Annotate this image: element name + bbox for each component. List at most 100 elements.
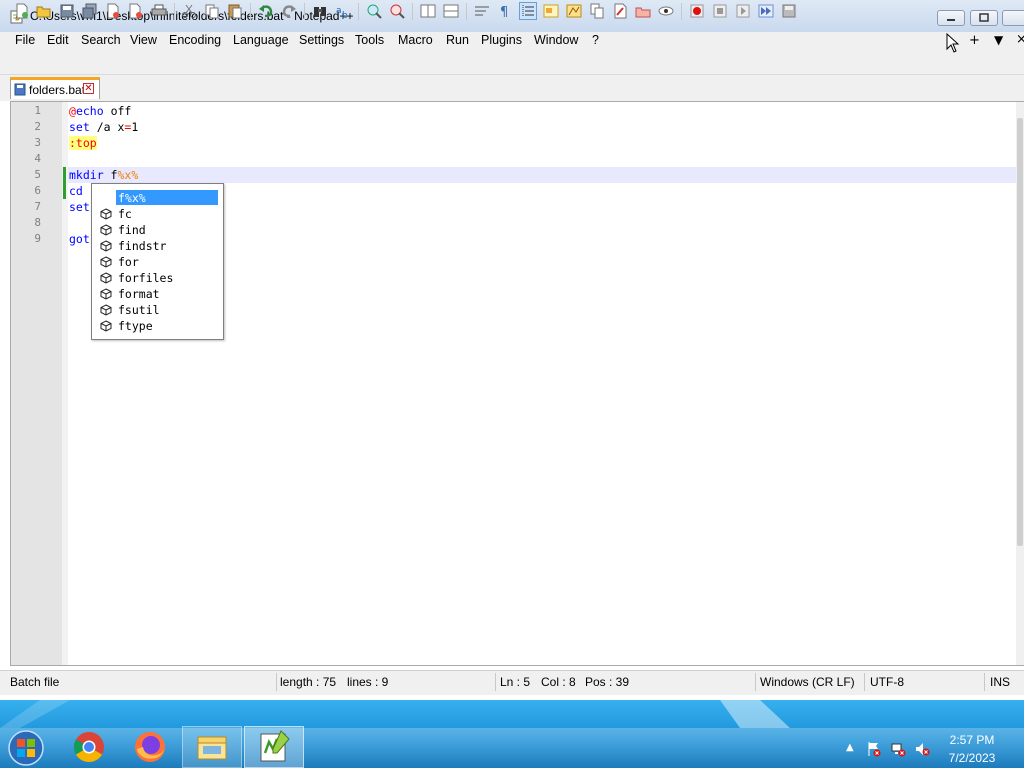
menu-file[interactable]: File [15, 33, 35, 47]
save-icon[interactable] [59, 3, 75, 19]
monitoring-icon[interactable] [635, 3, 651, 19]
code-line[interactable]: set /a x=1 [69, 120, 138, 134]
code-token: cd [69, 184, 83, 198]
firefox-icon[interactable] [121, 727, 179, 767]
volume-muted-icon[interactable] [914, 741, 930, 757]
zoom-in-icon[interactable] [366, 3, 382, 19]
toolbar-separator [412, 3, 413, 20]
autocomplete-item[interactable]: f%x% [118, 191, 146, 205]
new-file-icon[interactable] [14, 3, 30, 19]
keyword-cube-icon [100, 208, 112, 220]
file-explorer-icon[interactable] [182, 726, 242, 768]
user-defined-language-icon[interactable] [543, 3, 559, 19]
tab-label: folders.bat [29, 83, 86, 97]
autocomplete-item[interactable]: for [118, 255, 139, 269]
word-wrap-icon[interactable] [474, 3, 490, 19]
tab-bar [0, 75, 1024, 101]
clock-time[interactable]: 2:57 PM [937, 733, 1007, 747]
indent-guide-icon[interactable] [519, 2, 537, 20]
close-document-icon[interactable]: × [1016, 32, 1024, 47]
menu-encoding[interactable]: Encoding [169, 33, 221, 47]
menu-settings[interactable]: Settings [299, 33, 344, 47]
toolbar-separator [250, 3, 251, 20]
taskbar-wallpaper-streak [0, 700, 790, 728]
autocomplete-item[interactable]: fc [118, 207, 132, 221]
action-center-flag-icon[interactable] [866, 741, 882, 757]
save-all-icon[interactable] [82, 3, 98, 19]
autocomplete-item[interactable]: forfiles [118, 271, 173, 285]
code-line[interactable]: set [69, 200, 90, 214]
document-map-icon[interactable] [566, 3, 582, 19]
line-number: 8 [34, 216, 41, 229]
menu-language[interactable]: Language [233, 33, 289, 47]
replace-icon[interactable]: ab [335, 3, 351, 19]
current-line-highlight [68, 167, 1016, 183]
menu-view[interactable]: View [130, 33, 157, 47]
menu-macro[interactable]: Macro [398, 33, 433, 47]
autocomplete-item[interactable]: ftype [118, 319, 153, 333]
network-icon[interactable] [890, 741, 906, 757]
paste-icon[interactable] [227, 3, 243, 19]
start-button-icon[interactable] [5, 728, 47, 768]
menu-search[interactable]: Search [81, 33, 121, 47]
maximize-button[interactable] [970, 10, 998, 26]
code-token: set [69, 120, 90, 134]
chrome-icon[interactable] [60, 727, 118, 767]
sync-vertical-icon[interactable] [420, 3, 436, 19]
find-icon[interactable] [312, 3, 328, 19]
copy-icon[interactable] [204, 3, 220, 19]
close-all-icon[interactable] [128, 3, 144, 19]
menu-plugins[interactable]: Plugins [481, 33, 522, 47]
scrollbar-thumb[interactable] [1017, 118, 1023, 546]
toolbar [0, 50, 1024, 75]
show-all-chars-icon[interactable]: ¶ [497, 3, 513, 19]
notepadpp-icon[interactable] [244, 726, 304, 768]
close-icon[interactable] [105, 3, 121, 19]
zoom-out-icon[interactable] [389, 3, 405, 19]
autocomplete-item[interactable]: format [118, 287, 160, 301]
eye-icon[interactable] [658, 3, 674, 19]
toolbar-separator [304, 3, 305, 20]
run-macro-multiple-icon[interactable] [758, 3, 774, 19]
function-list-icon[interactable] [589, 3, 605, 19]
show-hidden-icons-icon[interactable]: ▲ [846, 742, 854, 753]
code-token: @ [69, 104, 76, 118]
menu-window[interactable]: Window [534, 33, 578, 47]
code-token: /a x [89, 120, 125, 134]
open-file-icon[interactable] [36, 3, 52, 19]
code-line[interactable]: got [69, 232, 90, 246]
svg-text:a: a [336, 6, 342, 16]
code-line[interactable]: :top [69, 136, 97, 150]
close-window-button[interactable] [1002, 10, 1024, 26]
menu-help[interactable]: ? [592, 33, 599, 47]
minimize-button[interactable] [937, 10, 965, 26]
status-pos: Pos : 39 [585, 675, 630, 689]
print-icon[interactable] [151, 3, 167, 19]
folder-workspace-icon[interactable] [612, 3, 628, 19]
toolbar-separator [681, 3, 682, 20]
clock-date[interactable]: 7/2/2023 [937, 751, 1007, 765]
autocomplete-item[interactable]: fsutil [118, 303, 160, 317]
menu-edit[interactable]: Edit [47, 33, 69, 47]
redo-icon[interactable] [281, 3, 297, 19]
code-line[interactable]: mkdir f%x% [69, 168, 138, 182]
code-token: f [103, 168, 118, 182]
code-token: off [103, 104, 132, 118]
tab-close-icon[interactable]: ✕ [83, 83, 94, 94]
code-line[interactable]: cd [69, 184, 83, 198]
tab-list-down-icon[interactable]: ▼ [994, 33, 1003, 47]
autocomplete-item[interactable]: findstr [118, 239, 166, 253]
save-macro-icon[interactable] [781, 3, 797, 19]
sync-horizontal-icon[interactable] [443, 3, 459, 19]
code-line[interactable]: @echo off [69, 104, 131, 118]
toolbar-separator [466, 3, 467, 20]
stop-macro-icon[interactable] [712, 3, 728, 19]
new-tab-plus-icon[interactable]: + [969, 33, 980, 48]
menu-tools[interactable]: Tools [355, 33, 384, 47]
menu-run[interactable]: Run [446, 33, 469, 47]
cut-icon[interactable] [181, 3, 197, 19]
autocomplete-item[interactable]: find [118, 223, 146, 237]
undo-icon[interactable] [258, 3, 274, 19]
record-macro-icon[interactable] [689, 3, 705, 19]
play-macro-icon[interactable] [735, 3, 751, 19]
